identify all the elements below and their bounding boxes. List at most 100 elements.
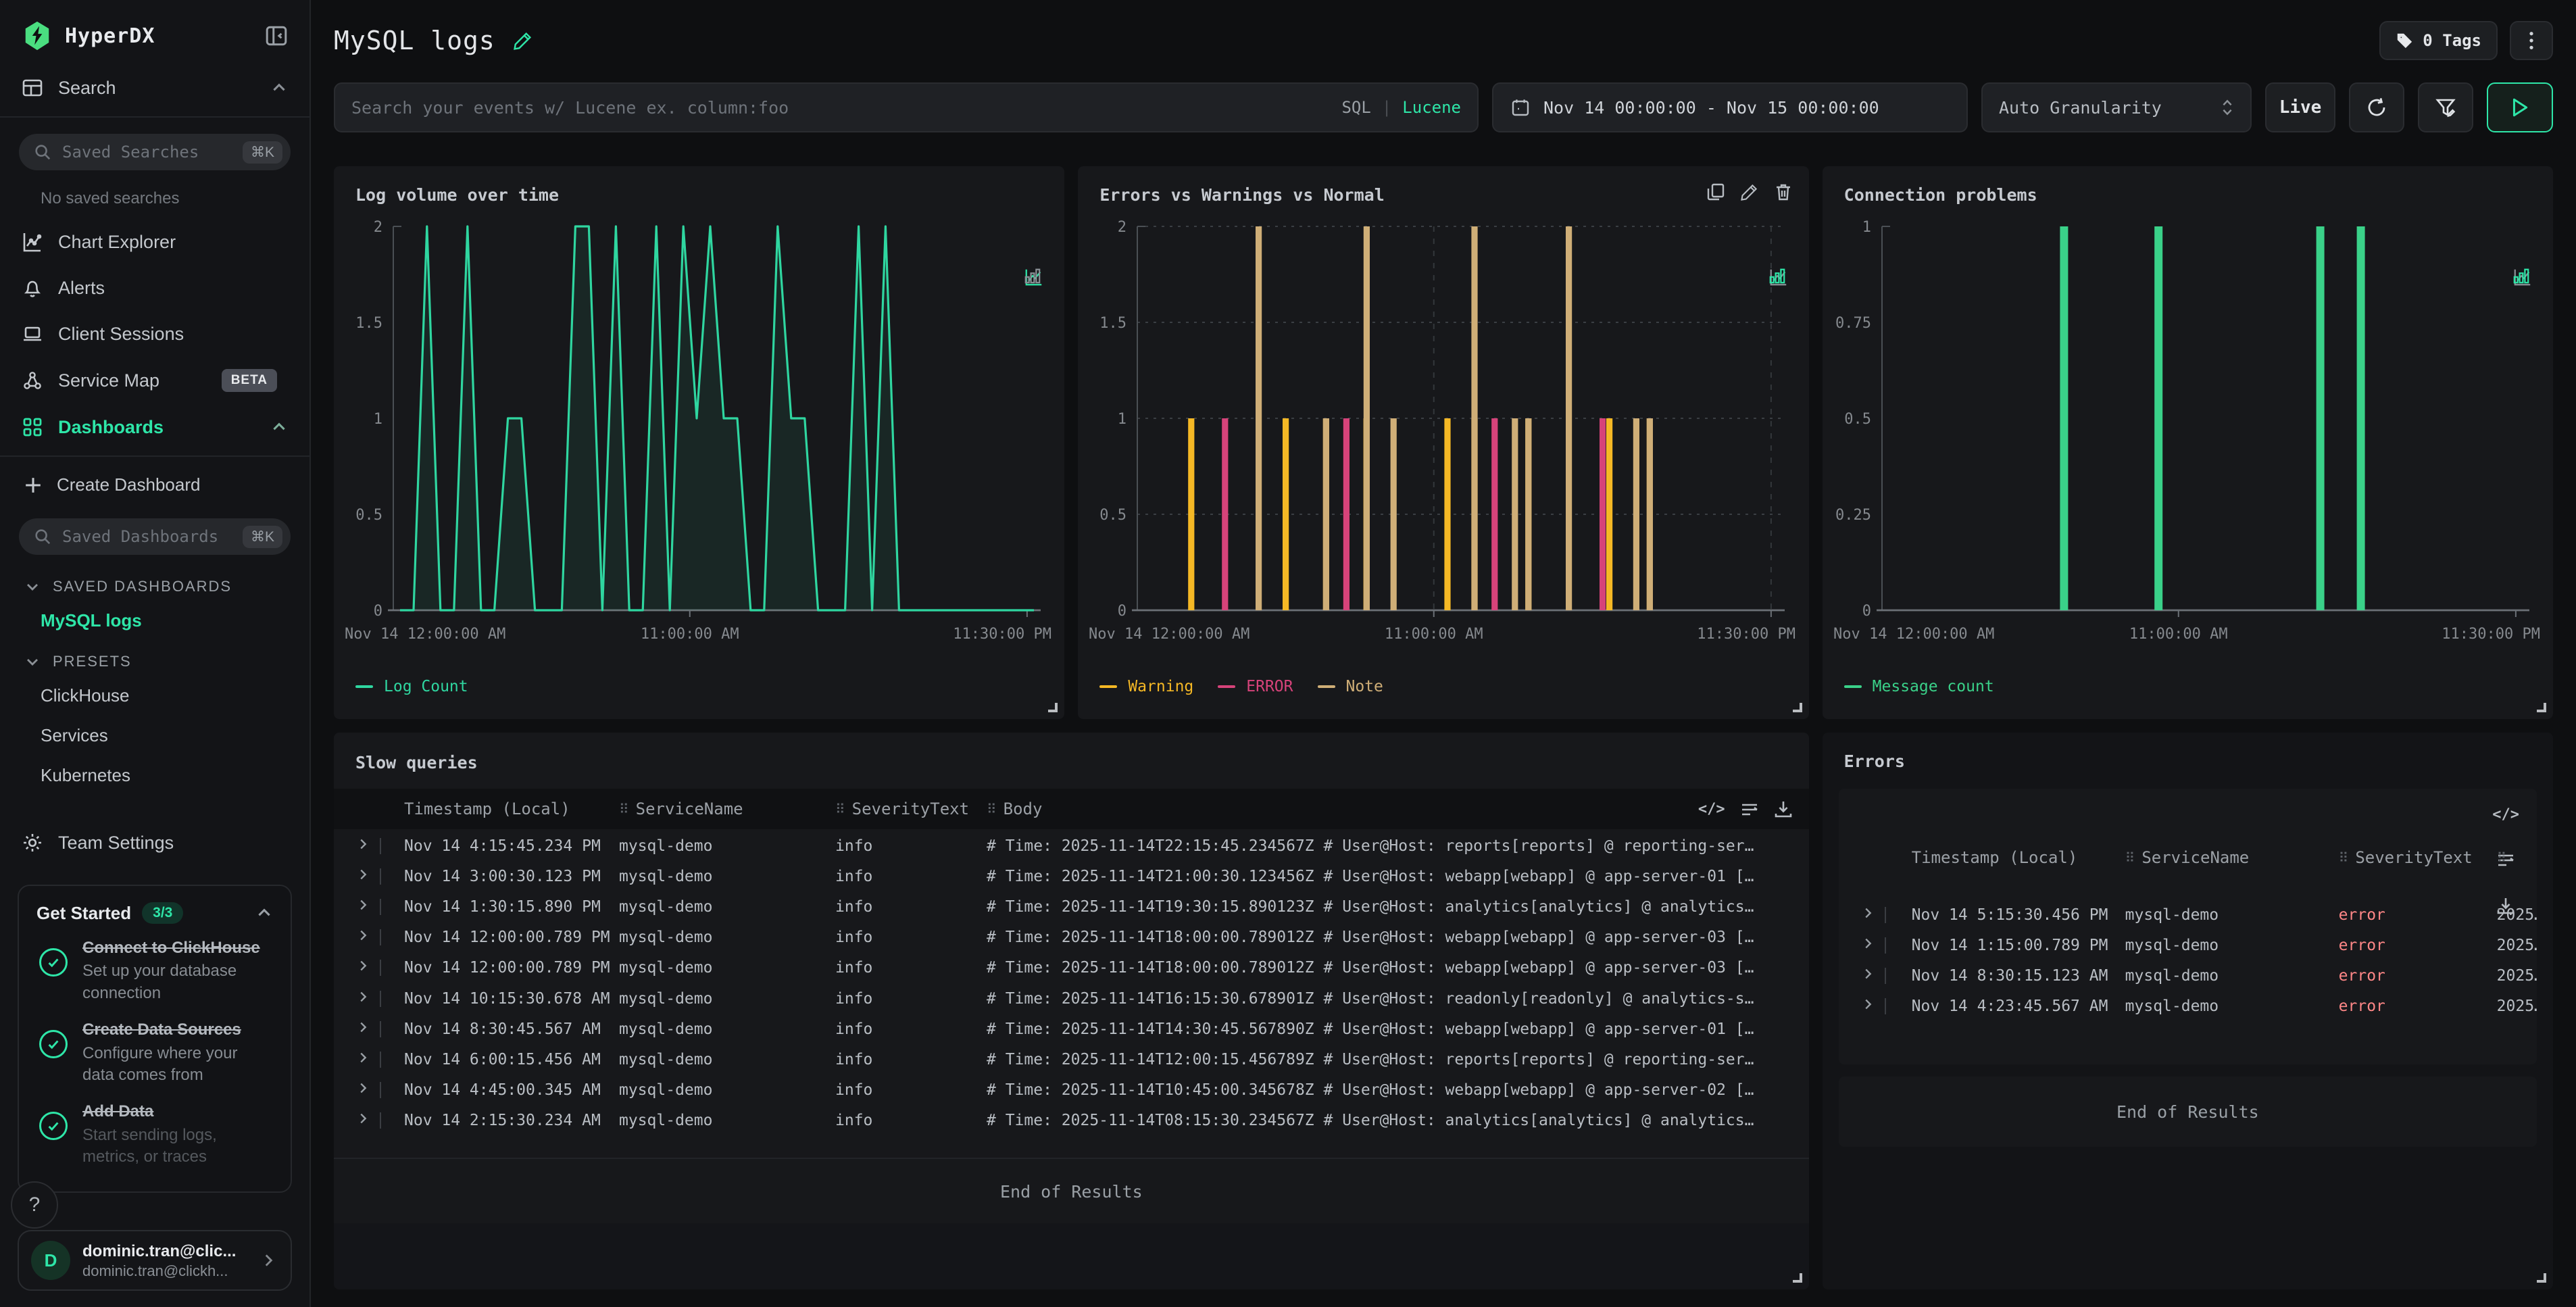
expand-row-icon[interactable] bbox=[355, 928, 370, 947]
wrap-lines-icon[interactable] bbox=[1740, 799, 1759, 818]
sidebar-item-chart-explorer[interactable]: Chart Explorer bbox=[0, 219, 309, 265]
saved-searches-input[interactable]: Saved Searches ⌘K bbox=[19, 134, 291, 170]
saved-dashboards-section[interactable]: SAVED DASHBOARDS bbox=[0, 566, 309, 601]
drag-handle-icon[interactable]: ⠿ bbox=[835, 801, 845, 817]
table-row[interactable]: Nov 14 8:30:45.567 AM mysql-demo info # … bbox=[334, 1014, 1809, 1044]
code-view-icon[interactable]: </> bbox=[2492, 806, 2519, 823]
table-row[interactable]: Nov 14 12:00:00.789 PM mysql-demo info #… bbox=[334, 953, 1809, 983]
sql-option[interactable]: SQL bbox=[1341, 98, 1370, 117]
delete-icon[interactable] bbox=[1774, 182, 1793, 201]
expand-row-icon[interactable] bbox=[355, 1050, 370, 1069]
chart-area[interactable]: 00.250.50.751Nov 14 12:00:00 AM11:00:00 … bbox=[1833, 207, 2542, 667]
table-row[interactable]: Nov 14 4:23:45.567 AM mysql-demo error 2… bbox=[1839, 991, 2537, 1022]
query-language-toggle[interactable]: SQL | Lucene bbox=[1341, 98, 1461, 117]
expand-row-icon[interactable] bbox=[355, 1020, 370, 1039]
legend-item[interactable]: ERROR bbox=[1218, 678, 1293, 695]
saved-dashboard-item[interactable]: MySQL logs bbox=[0, 601, 309, 641]
expand-row-icon[interactable] bbox=[355, 989, 370, 1008]
sidebar-item-alerts[interactable]: Alerts bbox=[0, 265, 309, 311]
column-body[interactable]: ⠿Body bbox=[987, 799, 1809, 818]
drag-handle-icon[interactable]: ⠿ bbox=[619, 801, 629, 817]
get-started-step[interactable]: Add Data Start sending logs, metrics, or… bbox=[36, 1101, 273, 1168]
expand-row-icon[interactable] bbox=[355, 1081, 370, 1100]
table-row[interactable]: Nov 14 4:45:00.345 AM mysql-demo info # … bbox=[334, 1075, 1809, 1106]
drag-handle-icon[interactable]: ⠿ bbox=[2125, 849, 2135, 866]
edit-icon[interactable] bbox=[1740, 182, 1759, 201]
table-row[interactable]: Nov 14 5:15:30.456 PM mysql-demo error 2… bbox=[1839, 899, 2537, 930]
table-row[interactable]: Nov 14 12:00:00.789 PM mysql-demo info #… bbox=[334, 922, 1809, 953]
sidebar-collapse-icon[interactable] bbox=[265, 24, 288, 47]
panel-resize-handle[interactable] bbox=[2537, 1273, 2546, 1283]
get-started-step[interactable]: Create Data Sources Configure where your… bbox=[36, 1019, 273, 1086]
column-servicename[interactable]: ⠿ServiceName bbox=[619, 799, 835, 818]
granularity-select[interactable]: Auto Granularity bbox=[1981, 82, 2252, 132]
event-search-input[interactable]: Search your events w/ Lucene ex. column:… bbox=[334, 82, 1479, 132]
sidebar-item-service-map[interactable]: Service Map BETA bbox=[0, 357, 309, 404]
table-row[interactable]: Nov 14 6:00:15.456 AM mysql-demo info # … bbox=[334, 1044, 1809, 1075]
table-row[interactable]: Nov 14 1:30:15.890 PM mysql-demo info # … bbox=[334, 891, 1809, 922]
live-button[interactable]: Live bbox=[2265, 82, 2335, 132]
expand-row-icon[interactable] bbox=[1860, 997, 1875, 1016]
sidebar-item-dashboards[interactable]: Dashboards bbox=[0, 404, 309, 450]
sidebar-item-team-settings[interactable]: Team Settings bbox=[0, 820, 309, 866]
get-started-step[interactable]: Connect to ClickHouse Set up your databa… bbox=[36, 937, 273, 1004]
legend-item[interactable]: Note bbox=[1318, 678, 1383, 695]
table-row[interactable]: Nov 14 4:15:45.234 PM mysql-demo info # … bbox=[334, 831, 1809, 861]
panel-resize-handle[interactable] bbox=[1793, 703, 1802, 712]
table-row[interactable]: Nov 14 2:15:30.234 AM mysql-demo info # … bbox=[334, 1106, 1809, 1136]
download-icon[interactable] bbox=[2496, 896, 2515, 915]
download-icon[interactable] bbox=[1774, 799, 1793, 818]
tags-button[interactable]: 0 Tags bbox=[2379, 21, 2498, 60]
legend-item[interactable]: Message count bbox=[1844, 678, 1994, 695]
table-row[interactable]: Nov 14 3:00:30.123 PM mysql-demo info # … bbox=[334, 861, 1809, 891]
user-menu[interactable]: D dominic.tran@clic... dominic.tran@clic… bbox=[18, 1230, 292, 1291]
time-range-picker[interactable]: Nov 14 00:00:00 - Nov 15 00:00:00 bbox=[1492, 82, 1968, 132]
table-row[interactable]: Nov 14 1:15:00.789 PM mysql-demo error 2… bbox=[1839, 930, 2537, 960]
edit-title-icon[interactable] bbox=[513, 30, 533, 51]
panel-resize-handle[interactable] bbox=[2537, 703, 2546, 712]
drag-handle-icon[interactable]: ⠿ bbox=[2339, 849, 2349, 866]
create-dashboard-button[interactable]: Create Dashboard bbox=[0, 462, 309, 508]
help-button[interactable]: ? bbox=[11, 1181, 58, 1229]
table-row[interactable]: Nov 14 10:15:30.678 AM mysql-demo info #… bbox=[334, 983, 1809, 1014]
column-body[interactable]: ⠿ bbox=[2497, 849, 2537, 866]
expand-row-icon[interactable] bbox=[1860, 906, 1875, 924]
column-severitytext[interactable]: ⠿SeverityText bbox=[2339, 848, 2497, 867]
run-query-button[interactable] bbox=[2487, 82, 2553, 132]
page-title: MySQL logs bbox=[334, 26, 495, 55]
column-timestamp[interactable]: Timestamp (Local) bbox=[1912, 848, 2125, 867]
column-severitytext[interactable]: ⠿SeverityText bbox=[835, 799, 987, 818]
drag-handle-icon[interactable]: ⠿ bbox=[987, 801, 997, 817]
sidebar-item-search[interactable]: Search bbox=[0, 65, 309, 111]
legend-item[interactable]: Warning bbox=[1099, 678, 1193, 695]
presets-section[interactable]: PRESETS bbox=[0, 641, 309, 676]
column-servicename[interactable]: ⠿ServiceName bbox=[2125, 848, 2339, 867]
sidebar-item-client-sessions[interactable]: Client Sessions bbox=[0, 311, 309, 357]
panel-resize-handle[interactable] bbox=[1048, 703, 1058, 712]
expand-row-icon[interactable] bbox=[1860, 936, 1875, 955]
table-row[interactable]: Nov 14 8:30:15.123 AM mysql-demo error 2… bbox=[1839, 960, 2537, 991]
expand-row-icon[interactable] bbox=[355, 837, 370, 856]
chevron-up-icon[interactable] bbox=[255, 904, 273, 922]
expand-row-icon[interactable] bbox=[355, 958, 370, 977]
expand-row-icon[interactable] bbox=[355, 897, 370, 916]
refresh-button[interactable] bbox=[2349, 82, 2404, 132]
expand-row-icon[interactable] bbox=[355, 1111, 370, 1130]
code-view-icon[interactable]: </> bbox=[1698, 801, 1725, 818]
panel-resize-handle[interactable] bbox=[1793, 1273, 1802, 1283]
saved-dashboards-input[interactable]: Saved Dashboards ⌘K bbox=[19, 518, 291, 555]
expand-row-icon[interactable] bbox=[355, 867, 370, 886]
preset-item[interactable]: Services bbox=[0, 716, 309, 756]
chart-area[interactable]: 00.511.52Nov 14 12:00:00 AM11:00:00 AM11… bbox=[345, 207, 1054, 667]
expand-row-icon[interactable] bbox=[1860, 966, 1875, 985]
filter-button[interactable] bbox=[2418, 82, 2473, 132]
lucene-option[interactable]: Lucene bbox=[1402, 98, 1461, 117]
preset-item[interactable]: ClickHouse bbox=[0, 676, 309, 716]
column-timestamp[interactable]: Timestamp (Local) bbox=[404, 799, 619, 818]
drag-handle-icon[interactable]: ⠿ bbox=[2497, 849, 2507, 866]
chart-area[interactable]: 00.511.52Nov 14 12:00:00 AM11:00:00 AM11… bbox=[1089, 207, 1798, 667]
duplicate-icon[interactable] bbox=[1706, 182, 1725, 201]
dashboard-menu-button[interactable] bbox=[2510, 21, 2553, 60]
preset-item[interactable]: Kubernetes bbox=[0, 756, 309, 795]
legend-item[interactable]: Log Count bbox=[355, 678, 468, 695]
